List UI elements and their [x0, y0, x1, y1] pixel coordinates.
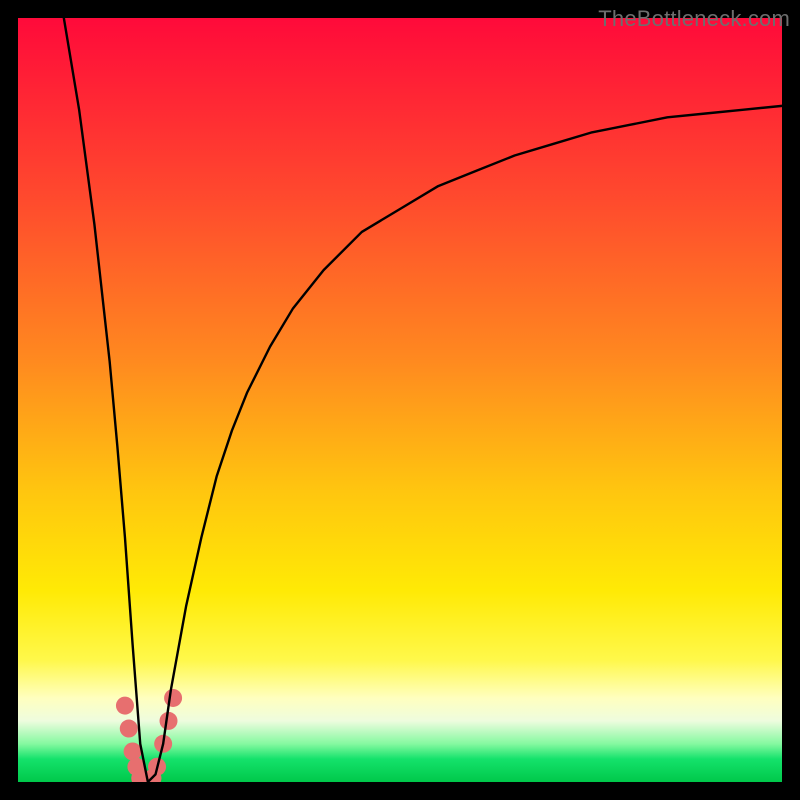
highlight-markers	[116, 689, 182, 782]
highlight-dot	[164, 689, 182, 707]
highlight-dot	[116, 697, 134, 715]
bottleneck-curve	[64, 18, 782, 782]
highlight-dot	[124, 742, 142, 760]
plot-area	[18, 18, 782, 782]
curve-layer	[18, 18, 782, 782]
highlight-dot	[120, 720, 138, 738]
chart-frame: TheBottleneck.com	[0, 0, 800, 800]
